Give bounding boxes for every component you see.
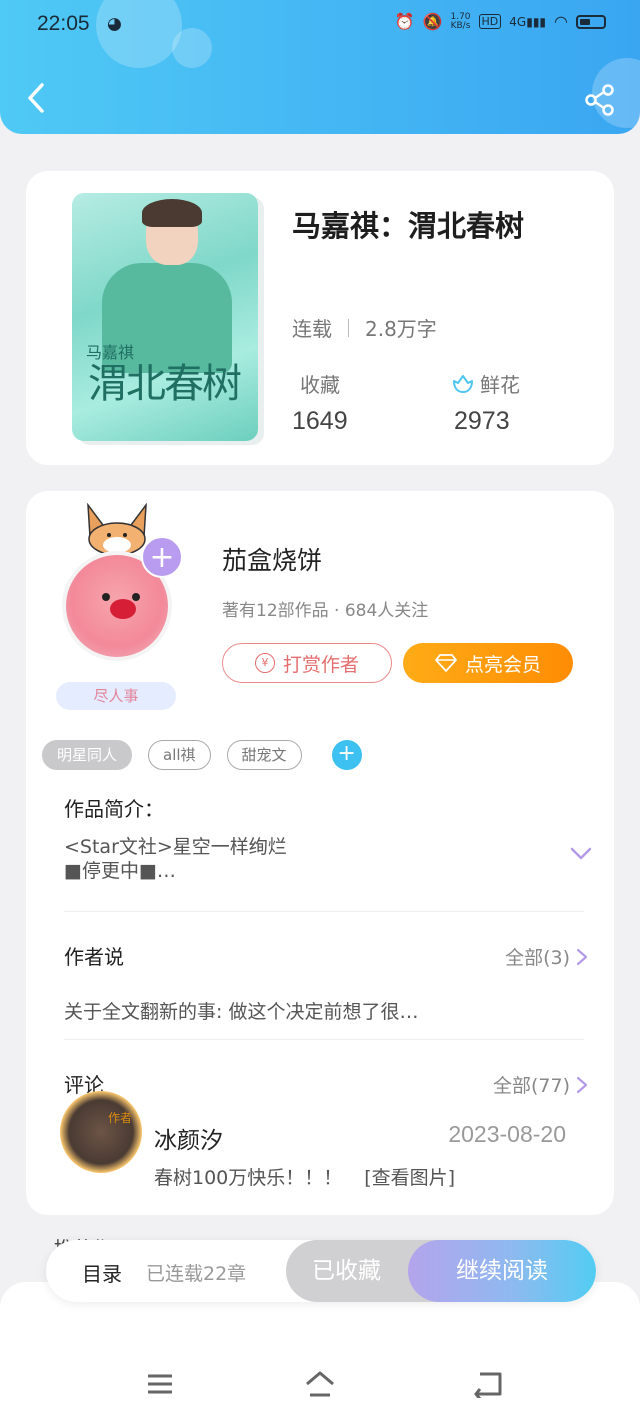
mute-icon: 🔕 xyxy=(422,12,443,31)
continue-reading-button[interactable]: 继续阅读 xyxy=(408,1240,596,1302)
book-meta: 连载 2.8万字 xyxy=(292,313,437,342)
intro-text[interactable]: <Star文社>星空一样绚烂 ■停更中■… xyxy=(64,835,287,883)
cover-figure xyxy=(142,199,202,227)
chevron-right-icon xyxy=(576,948,588,965)
word-count: 2.8万字 xyxy=(365,317,437,341)
header-bar: 22:05 ◕ ⏰ 🔕 1.70 KB/s HD 4G▮▮▮ ◠ xyxy=(0,0,640,134)
wifi-icon: ◠ xyxy=(554,12,568,31)
status-bar: 22:05 ◕ ⏰ 🔕 1.70 KB/s HD 4G▮▮▮ ◠ xyxy=(0,0,640,52)
signal-icon: 4G▮▮▮ xyxy=(509,14,547,29)
add-tag-button[interactable]: + xyxy=(331,740,362,770)
avatar-eye xyxy=(132,593,140,601)
intro-line: ■停更中■… xyxy=(64,860,176,882)
author-says-more-label: 全部(3) xyxy=(505,947,570,969)
flowers-label-group: 鲜花 xyxy=(452,369,520,398)
net-speed: 1.70 KB/s xyxy=(450,11,471,31)
tip-author-label: 打赏作者 xyxy=(282,653,359,676)
author-says-more[interactable]: 全部(3) xyxy=(505,943,588,970)
menu-icon[interactable] xyxy=(144,1370,176,1398)
author-says-text[interactable]: 关于全文翻新的事: 做这个决定前想了很… xyxy=(64,997,418,1024)
author-name[interactable]: 茄盒烧饼 xyxy=(222,541,322,577)
avatar-nose xyxy=(110,599,136,619)
system-nav-bar xyxy=(0,1282,640,1422)
tip-author-button[interactable]: ¥ 打赏作者 xyxy=(222,643,392,683)
flowers-label: 鲜花 xyxy=(480,373,520,397)
bottom-action-bar: 目录 已连载22章 已收藏 继续阅读 xyxy=(46,1240,596,1302)
intro-line: <Star文社>星空一样绚烂 xyxy=(64,836,287,858)
favorites-label: 收藏 xyxy=(300,373,340,397)
hd-icon: HD xyxy=(478,14,502,29)
flowers-count: 2973 xyxy=(454,407,510,435)
chevron-left-icon[interactable] xyxy=(22,80,52,116)
tag-item[interactable]: 甜宠文 xyxy=(226,740,302,770)
cover-text-large: 渭北春树 xyxy=(88,361,242,407)
status-time: 22:05 xyxy=(37,12,90,35)
yen-icon: ¥ xyxy=(254,653,275,673)
chevron-down-icon[interactable] xyxy=(570,847,592,861)
tag-item[interactable]: 明星同人 xyxy=(42,740,133,770)
toc-button[interactable]: 目录 xyxy=(82,1258,122,1287)
dog-ears-decor xyxy=(87,503,147,553)
diamond-icon xyxy=(435,654,457,672)
flower-icon xyxy=(453,374,473,393)
book-info-card: 马嘉祺 渭北春树 马嘉祺：渭北春树 连载 2.8万字 收藏 1649 鲜花 29… xyxy=(26,171,614,465)
tag-list: 明星同人 all祺 甜宠文 + xyxy=(42,740,362,770)
book-status: 连载 xyxy=(292,317,332,341)
intro-title: 作品简介： xyxy=(64,797,164,821)
home-icon[interactable] xyxy=(304,1370,336,1398)
comment-date: 2023-08-20 xyxy=(448,1121,566,1147)
vip-label: 点亮会员 xyxy=(464,653,541,676)
favorites-count: 1649 xyxy=(292,407,348,435)
divider xyxy=(348,318,349,337)
comment-body: 春树100万快乐！！！ xyxy=(154,1167,343,1189)
comment-text[interactable]: 春树100万快乐！！！ [查看图片] xyxy=(154,1163,455,1190)
back-icon[interactable] xyxy=(472,1370,504,1398)
book-title: 马嘉祺：渭北春树 xyxy=(292,209,525,243)
book-cover[interactable]: 马嘉祺 渭北春树 xyxy=(72,193,258,441)
commenter-avatar[interactable] xyxy=(60,1091,142,1173)
author-card: + 尽人事 茄盒烧饼 著有12部作品 · 684人关注 ¥ 打赏作者 点亮会员 … xyxy=(26,491,614,1215)
follow-button[interactable]: + xyxy=(141,536,183,578)
chevron-right-icon xyxy=(576,1076,588,1093)
avatar-eye xyxy=(102,593,110,601)
view-image-link[interactable]: [查看图片] xyxy=(364,1163,455,1190)
comments-more[interactable]: 全部(77) xyxy=(493,1071,588,1098)
divider xyxy=(64,1039,584,1040)
vip-button[interactable]: 点亮会员 xyxy=(403,643,573,683)
author-badge: 作者 xyxy=(108,1111,133,1125)
battery-icon xyxy=(576,14,606,29)
divider xyxy=(64,911,584,912)
chapter-count[interactable]: 已连载22章 xyxy=(146,1259,246,1286)
commenter-name[interactable]: 冰颜汐 xyxy=(154,1121,223,1155)
author-says-title: 作者说 xyxy=(64,945,124,969)
comments-more-label: 全部(77) xyxy=(492,1075,570,1097)
alarm-icon: ⏰ xyxy=(394,12,415,31)
share-icon[interactable] xyxy=(584,84,616,116)
tag-item[interactable]: all祺 xyxy=(148,740,211,770)
status-icons: ⏰ 🔕 1.70 KB/s HD 4G▮▮▮ ◠ xyxy=(395,12,606,31)
globe-icon: ◕ xyxy=(107,14,122,34)
avatar-tag: 尽人事 xyxy=(56,682,176,710)
author-info: 著有12部作品 · 684人关注 xyxy=(222,601,429,621)
